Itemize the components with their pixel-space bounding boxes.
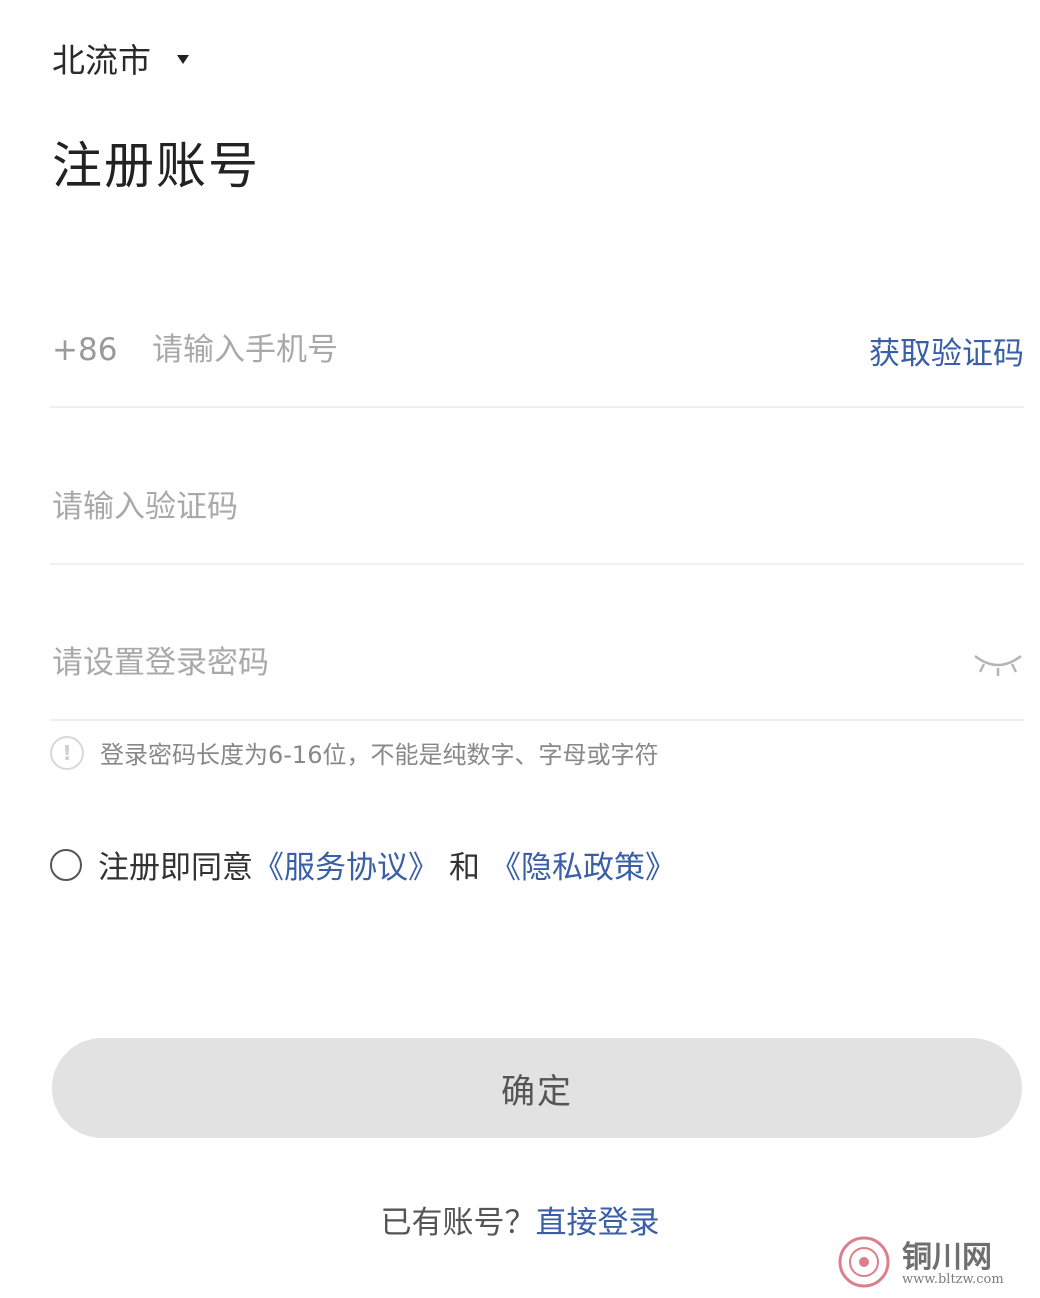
phone-row: +86 获取验证码 [52,325,1024,375]
country-code[interactable]: +86 [52,332,152,368]
agreement-prefix: 注册即同意 [98,850,253,886]
password-input[interactable] [52,645,972,681]
agreement-row: 注册即同意 《服务协议》 和 《隐私政策》 [50,842,676,887]
password-hint-text: 登录密码长度为6-16位，不能是纯数字、字母或字符 [100,741,659,769]
eye-closed-icon[interactable] [972,648,1024,678]
direct-login-link[interactable]: 直接登录 [536,1205,660,1241]
watermark: 铜川网 www.bltzw.com [836,1232,1026,1292]
info-icon: ! [50,735,84,770]
city-name: 北流市 [52,41,151,80]
agreement-and: 和 [449,850,480,886]
caret-down-icon [177,54,189,64]
get-code-button[interactable]: 获取验证码 [869,328,1024,373]
code-row [52,482,1024,532]
code-input[interactable] [52,489,1024,525]
login-question: 已有账号？ [380,1205,536,1241]
page-title: 注册账号 [52,137,260,195]
service-agreement-link[interactable]: 《服务协议》 [253,842,439,887]
confirm-button[interactable]: 确定 [52,1038,1022,1138]
divider [50,406,1024,408]
divider [50,563,1024,565]
password-hint: ! 登录密码长度为6-16位，不能是纯数字、字母或字符 [50,735,658,770]
watermark-logo-icon [838,1236,890,1288]
watermark-url: www.bltzw.com [902,1272,1004,1287]
password-row [52,638,1024,688]
agree-radio[interactable] [50,848,82,881]
privacy-policy-link[interactable]: 《隐私政策》 [490,842,676,887]
watermark-text: 铜川网 [902,1240,992,1275]
city-selector[interactable]: 北流市 [52,34,189,82]
phone-input[interactable] [152,332,869,368]
divider [50,719,1024,721]
